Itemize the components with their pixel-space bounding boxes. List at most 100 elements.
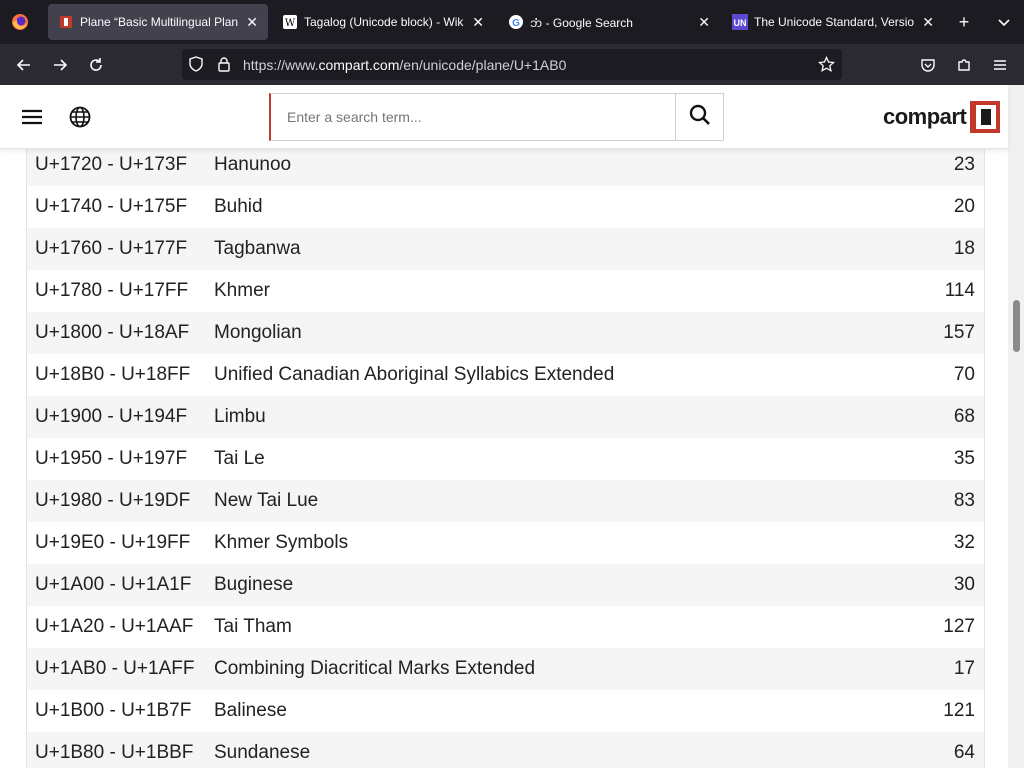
- tab-title: Plane “Basic Multilingual Plane”: [80, 15, 239, 29]
- block-range: U+1B00 - U+1B7F: [35, 700, 192, 721]
- tab-google-search[interactable]: G 𑄃𑄁 - Google Search ✕: [498, 4, 720, 40]
- google-icon: G: [508, 14, 524, 30]
- table-row[interactable]: U+19E0 - U+19FF Khmer Symbols 32: [27, 522, 984, 564]
- reload-icon[interactable]: [83, 52, 109, 78]
- logo-text: compart: [883, 104, 967, 129]
- tab-title: Tagalog (Unicode block) - Wikip: [304, 15, 465, 29]
- block-count: 70: [953, 364, 975, 385]
- tracking-protection-shield-icon[interactable]: [188, 56, 204, 77]
- close-tab-icon[interactable]: ✕: [246, 14, 258, 31]
- block-name[interactable]: Tai Tham: [214, 616, 904, 638]
- table-row[interactable]: U+1720 - U+173F Hanunoo 23: [27, 149, 984, 186]
- block-name[interactable]: Tagbanwa: [214, 238, 904, 260]
- block-count: 64: [953, 742, 975, 763]
- tab-basic-multilingual-plane[interactable]: Plane “Basic Multilingual Plane” ✕: [48, 4, 268, 40]
- new-tab-icon[interactable]: +: [952, 10, 976, 34]
- close-tab-icon[interactable]: ✕: [922, 14, 934, 31]
- browser-navigation-bar: https://www.compart.com/en/unicode/plane…: [0, 44, 1024, 85]
- tab-tagalog-wikipedia[interactable]: W Tagalog (Unicode block) - Wikip ✕: [272, 4, 494, 40]
- wikipedia-icon: W: [282, 14, 298, 30]
- block-count: 127: [943, 616, 975, 637]
- block-count: 157: [943, 322, 975, 343]
- block-name[interactable]: Balinese: [214, 700, 904, 722]
- firefox-logo-icon[interactable]: [0, 0, 40, 44]
- table-row[interactable]: U+1A20 - U+1AAF Tai Tham 127: [27, 606, 984, 648]
- block-range: U+1740 - U+175F: [35, 196, 188, 217]
- lock-icon[interactable]: [216, 56, 232, 77]
- page-scrollbar[interactable]: [1008, 85, 1024, 768]
- block-range: U+1720 - U+173F: [35, 154, 188, 175]
- back-arrow-icon[interactable]: [11, 52, 37, 78]
- svg-text:G: G: [512, 18, 520, 29]
- block-name[interactable]: New Tai Lue: [214, 490, 904, 512]
- block-name[interactable]: Limbu: [214, 406, 904, 428]
- language-globe-icon[interactable]: [68, 105, 92, 134]
- tab-title: 𑄃𑄁 - Google Search: [530, 16, 633, 30]
- compart-icon: [58, 14, 74, 30]
- compart-logo[interactable]: compart: [883, 100, 1001, 134]
- block-range: U+1950 - U+197F: [35, 448, 188, 469]
- search-button[interactable]: [675, 94, 723, 140]
- extensions-puzzle-icon[interactable]: [951, 52, 977, 78]
- block-name[interactable]: Tai Le: [214, 448, 904, 470]
- bookmark-star-icon[interactable]: [817, 55, 836, 78]
- list-all-tabs-icon[interactable]: [992, 10, 1016, 34]
- block-range: U+1780 - U+17FF: [35, 280, 189, 301]
- search-input[interactable]: [271, 94, 675, 140]
- block-name[interactable]: Buginese: [214, 574, 904, 596]
- close-tab-icon[interactable]: ✕: [698, 14, 710, 31]
- block-range: U+1A00 - U+1A1F: [35, 574, 192, 595]
- block-range: U+1900 - U+194F: [35, 406, 188, 427]
- table-row[interactable]: U+1A00 - U+1A1F Buginese 30: [27, 564, 984, 606]
- hamburger-menu-icon[interactable]: [20, 105, 44, 134]
- table-row[interactable]: U+1760 - U+177F Tagbanwa 18: [27, 228, 984, 270]
- table-row[interactable]: U+1780 - U+17FF Khmer 114: [27, 270, 984, 312]
- table-row[interactable]: U+18B0 - U+18FF Unified Canadian Aborigin…: [27, 354, 984, 396]
- block-name[interactable]: Hanunoo: [214, 154, 904, 176]
- block-range: U+18B0 - U+18FF: [35, 364, 191, 385]
- block-count: 20: [953, 196, 975, 217]
- pocket-icon[interactable]: [915, 52, 941, 78]
- scrollbar-thumb[interactable]: [1013, 300, 1020, 352]
- svg-text:UN: UN: [734, 18, 747, 28]
- table-row[interactable]: U+1950 - U+197F Tai Le 35: [27, 438, 984, 480]
- block-name[interactable]: Combining Diacritical Marks Extended: [214, 658, 904, 680]
- table-row[interactable]: U+1AB0 - U+1AFF Combining Diacritical Mar…: [27, 648, 984, 690]
- table-row[interactable]: U+1800 - U+18AF Mongolian 157: [27, 312, 984, 354]
- table-row[interactable]: U+1B80 - U+1BBF Sundanese 64: [27, 732, 984, 768]
- block-range: U+1AB0 - U+1AFF: [35, 658, 195, 679]
- block-name[interactable]: Khmer: [214, 280, 904, 302]
- forward-arrow-icon[interactable]: [47, 52, 73, 78]
- close-tab-icon[interactable]: ✕: [472, 14, 484, 31]
- block-count: 18: [953, 238, 975, 259]
- block-count: 32: [953, 532, 975, 553]
- block-range: U+1A20 - U+1AAF: [35, 616, 194, 637]
- block-count: 30: [953, 574, 975, 595]
- block-range: U+1760 - U+177F: [35, 238, 188, 259]
- tab-unicode-standard[interactable]: UN The Unicode Standard, Version ✕: [722, 4, 944, 40]
- block-count: 23: [953, 154, 975, 175]
- table-row[interactable]: U+1740 - U+175F Buhid 20: [27, 186, 984, 228]
- table-row[interactable]: U+1980 - U+19DF New Tai Lue 83: [27, 480, 984, 522]
- block-name[interactable]: Unified Canadian Aboriginal Syllabics Ex…: [214, 364, 904, 386]
- block-range: U+1B80 - U+1BBF: [35, 742, 194, 763]
- block-count: 68: [953, 406, 975, 427]
- tab-title: The Unicode Standard, Version: [754, 15, 915, 29]
- block-range: U+1980 - U+19DF: [35, 490, 191, 511]
- site-header: compart: [0, 85, 1008, 149]
- block-count: 17: [953, 658, 975, 679]
- compart-logo-mark-icon: [970, 101, 1001, 133]
- block-name[interactable]: Khmer Symbols: [214, 532, 904, 554]
- app-menu-icon[interactable]: [987, 52, 1013, 78]
- table-row[interactable]: U+1900 - U+194F Limbu 68: [27, 396, 984, 438]
- address-bar[interactable]: https://www.compart.com/en/unicode/plane…: [182, 49, 842, 80]
- block-count: 114: [944, 280, 975, 301]
- site-search-box: [269, 93, 724, 141]
- block-name[interactable]: Sundanese: [214, 742, 904, 764]
- block-name[interactable]: Buhid: [214, 196, 904, 218]
- url-domain: compart.com: [318, 57, 400, 73]
- block-name[interactable]: Mongolian: [214, 322, 904, 344]
- block-range: U+19E0 - U+19FF: [35, 532, 191, 553]
- url-text[interactable]: https://www.compart.com/en/unicode/plane…: [243, 57, 566, 73]
- table-row[interactable]: U+1B00 - U+1B7F Balinese 121: [27, 690, 984, 732]
